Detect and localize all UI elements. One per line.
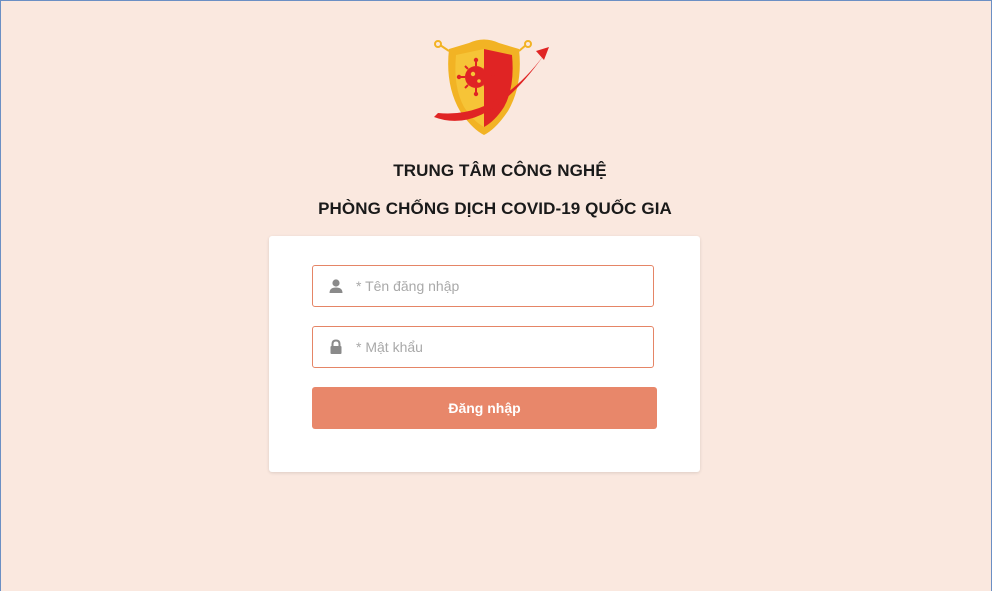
password-field[interactable] xyxy=(312,326,654,368)
password-input[interactable] xyxy=(356,327,646,367)
page-title-line-1: TRUNG TÂM CÔNG NGHỆ xyxy=(393,161,607,180)
login-card: Đăng nhập xyxy=(269,236,700,472)
login-page: TRUNG TÂM CÔNG NGHỆ PHÒNG CHỐNG DỊCH COV… xyxy=(0,0,992,591)
login-button[interactable]: Đăng nhập xyxy=(312,387,657,429)
username-input[interactable] xyxy=(356,266,646,306)
username-field[interactable] xyxy=(312,265,654,307)
covid-shield-logo xyxy=(434,39,549,135)
lock-icon xyxy=(330,339,342,354)
page-title-line-2: PHÒNG CHỐNG DỊCH COVID-19 QUỐC GIA xyxy=(318,199,672,218)
user-icon xyxy=(329,279,343,293)
